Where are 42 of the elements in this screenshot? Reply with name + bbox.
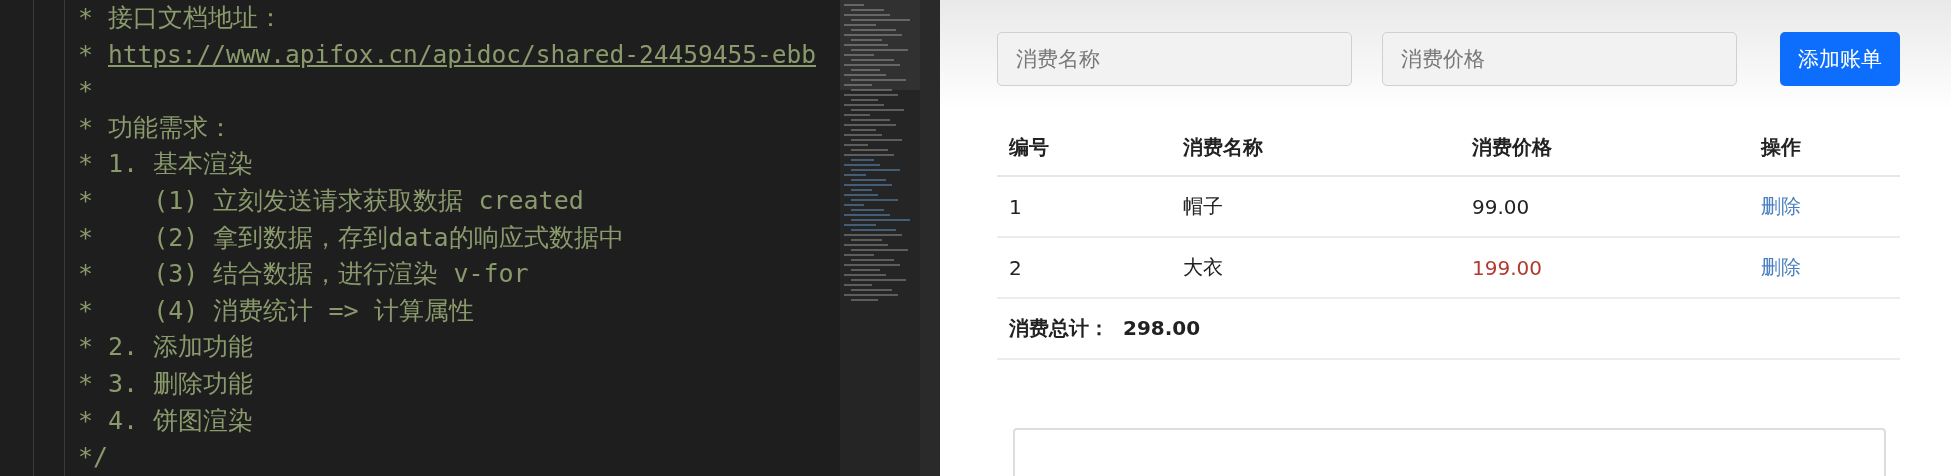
total-label: 消费总计：: [1009, 316, 1109, 340]
comment-text: 1. 基本渲染: [108, 148, 254, 181]
table-cell: 99.00: [1460, 176, 1749, 237]
comment-text: 功能需求：: [108, 111, 233, 144]
table-cell: 2: [997, 237, 1171, 298]
column-header: 消费价格: [1460, 120, 1749, 176]
comment-marker: *: [78, 404, 95, 437]
comment-marker: *: [78, 258, 95, 291]
comment-marker: *: [78, 75, 95, 108]
table-cell: 帽子: [1171, 176, 1460, 237]
comment-marker: *: [78, 331, 95, 364]
comment-text: 3. 删除功能: [108, 367, 254, 400]
delete-link[interactable]: 删除: [1761, 194, 1801, 218]
comment-marker: *: [78, 184, 95, 217]
comment-text: 4. 饼图渲染: [108, 404, 254, 437]
table-cell: 大衣: [1171, 237, 1460, 298]
column-header: 消费名称: [1171, 120, 1460, 176]
table-cell: 1: [997, 176, 1171, 237]
comment-marker: *: [78, 294, 95, 327]
comment-marker: *: [78, 111, 95, 144]
url-link[interactable]: https://www.apifox.cn/apidoc/shared-24459455-ebb: [108, 36, 816, 74]
comment-marker: */: [78, 441, 108, 474]
comment-text: 接口文档地址：: [108, 2, 283, 34]
comment-marker: *: [78, 367, 95, 400]
comment-marker: *: [78, 2, 95, 34]
add-bill-button[interactable]: 添加账单: [1780, 32, 1900, 86]
name-input[interactable]: 消费名称: [997, 32, 1352, 86]
comment-text: (2) 拿到数据，存到data的响应式数据中: [152, 221, 624, 254]
comment-text: (3) 结合数据，进行渲染 v-for: [152, 258, 529, 291]
column-header: 编号: [997, 120, 1171, 176]
comment-marker: *: [78, 221, 95, 254]
minimap-drawing[interactable]: [840, 0, 920, 476]
comment-marker: *: [78, 148, 95, 181]
comment-text: 2. 添加功能: [108, 331, 254, 364]
table-cell: 199.00: [1460, 237, 1749, 298]
comment-text: (1) 立刻发送请求获取数据 created: [152, 184, 584, 217]
price-input[interactable]: 消费价格: [1382, 32, 1737, 86]
total-value: 298.00: [1123, 316, 1201, 340]
comment-marker: *: [78, 38, 95, 71]
comment-text: (4) 消费统计 => 计算属性: [152, 294, 474, 327]
delete-link[interactable]: 删除: [1761, 255, 1801, 279]
column-header: 操作: [1749, 120, 1900, 176]
